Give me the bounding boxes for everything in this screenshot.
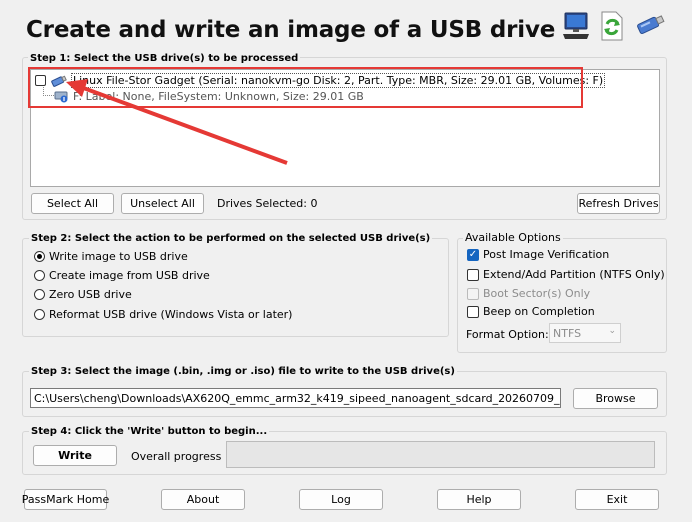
step2-title: Step 2: Select the action to be performe… [29,233,433,244]
image-path-field[interactable]: C:\Users\cheng\Downloads\AX620Q_emmc_arm… [30,388,561,408]
option-post-image-verification[interactable]: ✓ Post Image Verification [467,248,609,261]
write-button[interactable]: Write [33,445,117,466]
overall-progress-bar [226,441,655,468]
annotation-box [28,67,583,108]
radio-indicator[interactable] [34,270,45,281]
checkbox[interactable] [467,305,479,318]
option-extend-partition[interactable]: Extend/Add Partition (NTFS Only) [467,268,665,281]
checkbox[interactable]: ✓ [467,248,479,261]
passmark-home-button[interactable]: PassMark Home [22,489,109,510]
radio-zero-drive[interactable]: Zero USB drive [34,288,132,301]
exit-button[interactable]: Exit [575,489,659,510]
chevron-down-icon: ⌄ [608,326,616,336]
format-option-label: Format Option: [466,328,549,341]
annotation-arrowhead [66,79,88,97]
help-button[interactable]: Help [437,489,521,510]
about-button[interactable]: About [161,489,245,510]
radio-indicator[interactable] [34,309,45,320]
step3-title: Step 3: Select the image (.bin, .img or … [29,366,457,377]
radio-indicator[interactable] [34,251,45,262]
radio-reformat[interactable]: Reformat USB drive (Windows Vista or lat… [34,308,292,321]
annotation-arrow [77,84,288,165]
option-beep-on-completion[interactable]: Beep on Completion [467,305,595,318]
checkbox [467,287,479,300]
step4-title: Step 4: Click the 'Write' button to begi… [29,426,270,437]
option-boot-sector: Boot Sector(s) Only [467,287,590,300]
format-option-select: NTFS ⌄ [549,323,621,343]
browse-button[interactable]: Browse [573,388,658,409]
refresh-drives-button[interactable]: Refresh Drives [577,193,660,214]
log-button[interactable]: Log [299,489,383,510]
radio-create-image[interactable]: Create image from USB drive [34,269,210,282]
select-all-button[interactable]: Select All [31,193,114,214]
radio-indicator[interactable] [34,289,45,300]
available-options-title: Available Options [463,231,563,244]
unselect-all-button[interactable]: Unselect All [121,193,204,214]
overall-progress-label: Overall progress [131,450,222,463]
radio-write-image[interactable]: Write image to USB drive [34,250,188,263]
drives-selected-count: Drives Selected: 0 [217,197,318,210]
checkbox[interactable] [467,268,479,281]
